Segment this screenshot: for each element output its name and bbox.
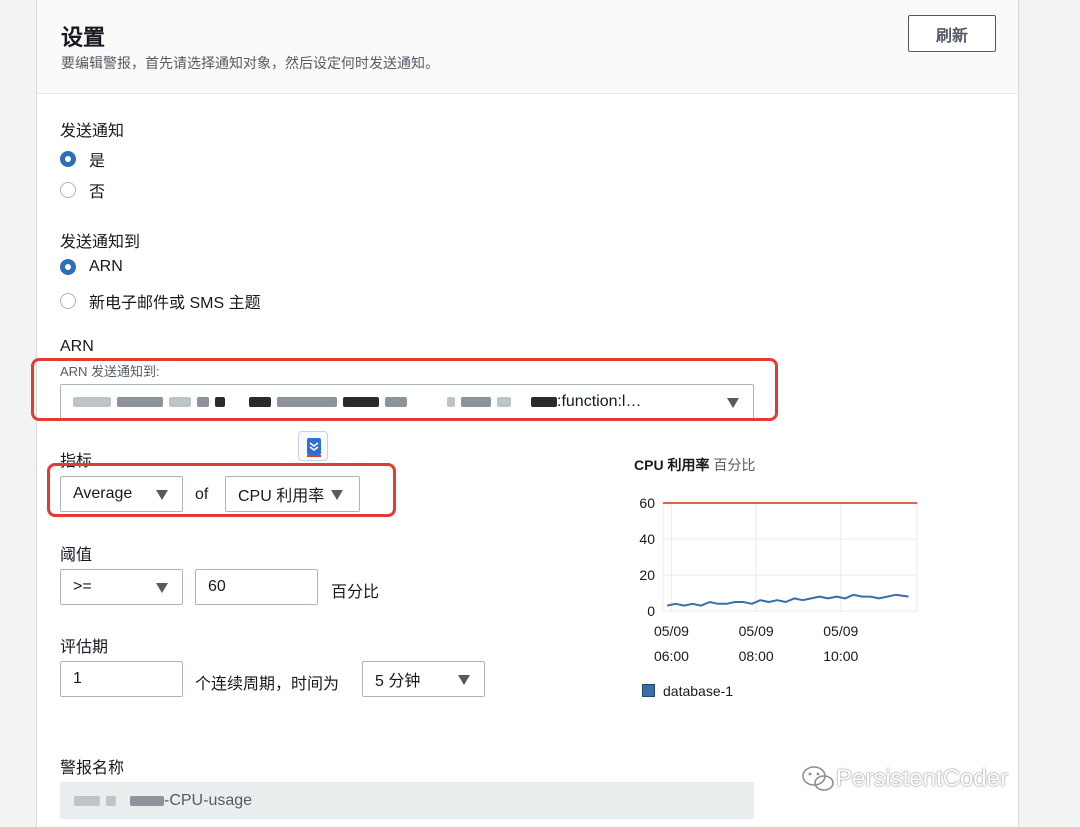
- operator-value: >=: [73, 578, 92, 595]
- series-line: [666, 593, 909, 607]
- radio-send-no[interactable]: 否: [60, 178, 105, 202]
- radio-unchecked-icon: [60, 182, 76, 198]
- alarm-name-input[interactable]: -CPU-usage: [60, 782, 754, 819]
- x-tick-time: 08:00: [739, 648, 774, 664]
- radio-label: 是: [89, 153, 106, 170]
- watermark-text: PersistentCoder: [836, 765, 1009, 792]
- page-title: 设置: [61, 25, 106, 50]
- radio-send-yes[interactable]: 是: [60, 147, 105, 171]
- radio-checked-icon: [60, 151, 76, 167]
- chart-title-text: CPU 利用率: [634, 457, 710, 473]
- highlight-box: [31, 358, 778, 421]
- period-length-select[interactable]: 5 分钟: [362, 661, 485, 697]
- radio-unchecked-icon: [60, 293, 76, 309]
- refresh-button[interactable]: 刷新: [908, 15, 996, 52]
- evaluation-label: 评估期: [60, 639, 109, 656]
- evaluation-periods-input[interactable]: 1: [60, 661, 183, 697]
- y-tick-label: 0: [647, 603, 655, 619]
- caret-down-icon: [458, 675, 470, 685]
- x-tick-date: 05/09: [654, 623, 689, 639]
- highlight-box: [47, 463, 396, 517]
- watermark: PersistentCoder: [800, 764, 1008, 794]
- x-tick-date: 05/09: [823, 623, 858, 639]
- evaluation-periods-value: 1: [73, 670, 82, 687]
- panel-header: 设置 要编辑警报，首先请选择通知对象，然后设定何时发送通知。 刷新: [37, 0, 1018, 94]
- bookmark-extension-icon[interactable]: [298, 431, 328, 461]
- chart-title: CPU 利用率 百分比: [634, 455, 755, 475]
- legend-label: database-1: [663, 683, 734, 699]
- radio-label: 新电子邮件或 SMS 主题: [89, 295, 261, 312]
- arn-label: ARN: [60, 338, 94, 355]
- redacted-text: [74, 795, 164, 806]
- send-notification-label: 发送通知: [60, 123, 125, 140]
- threshold-label: 阈值: [60, 547, 93, 564]
- alarm-name-value: -CPU-usage: [164, 791, 253, 809]
- x-tick-time: 10:00: [823, 648, 858, 664]
- legend-swatch: [642, 684, 655, 697]
- radio-label: 否: [89, 184, 106, 201]
- radio-send-to-arn[interactable]: ARN: [60, 258, 123, 276]
- threshold-unit: 百分比: [331, 584, 380, 601]
- period-length-value: 5 分钟: [375, 673, 421, 690]
- y-tick-label: 20: [639, 567, 655, 583]
- x-tick-date: 05/09: [739, 623, 774, 639]
- y-tick-label: 40: [639, 531, 655, 547]
- evaluation-text: 个连续周期，时间为: [195, 676, 340, 693]
- alarm-name-label: 警报名称: [60, 760, 125, 777]
- send-to-label: 发送通知到: [60, 234, 141, 251]
- chart-unit: 百分比: [713, 457, 756, 473]
- radio-label: ARN: [89, 258, 123, 275]
- threshold-operator-select[interactable]: >=: [60, 569, 183, 605]
- x-tick-time: 06:00: [654, 648, 689, 664]
- wechat-icon: [802, 766, 834, 791]
- page-description: 要编辑警报，首先请选择通知对象，然后设定何时发送通知。: [61, 55, 439, 71]
- chart-plot-area: [662, 502, 918, 612]
- radio-checked-icon: [60, 259, 76, 275]
- threshold-value-input[interactable]: 60: [195, 569, 318, 605]
- caret-down-icon: [156, 583, 168, 593]
- radio-send-to-new-topic[interactable]: 新电子邮件或 SMS 主题: [60, 289, 261, 313]
- cpu-chart: 60 40 20 0 05/09 06:00 05/09 08:00 05/09 10:00: [639, 495, 918, 664]
- threshold-value: 60: [208, 578, 226, 595]
- y-tick-label: 60: [639, 495, 655, 511]
